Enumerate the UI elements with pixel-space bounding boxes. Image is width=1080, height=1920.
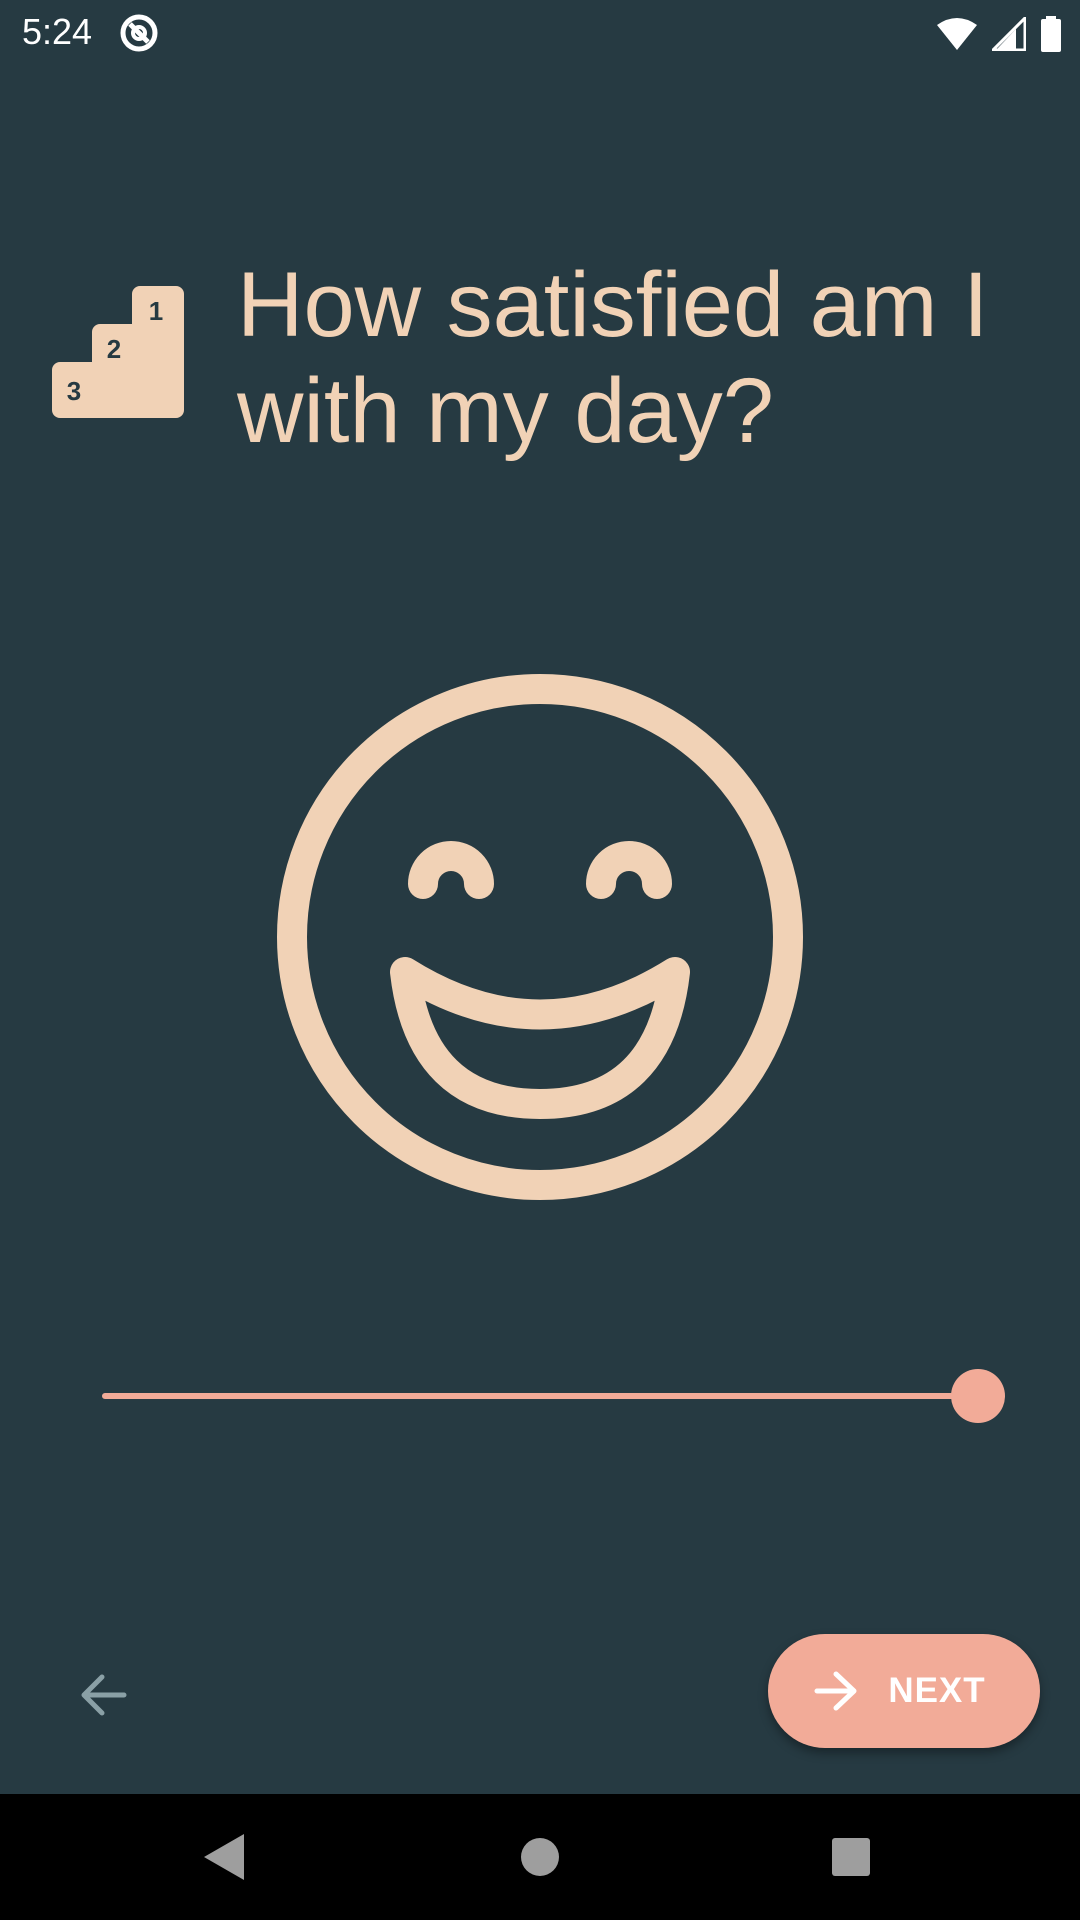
status-time: 5:24 [22,11,93,52]
podium-number-3: 3 [67,376,81,406]
status-bar: 5:24 [0,0,1080,64]
assistant-icon [120,14,158,52]
satisfaction-slider[interactable] [100,1366,1005,1426]
next-button[interactable]: NEXT [768,1634,1040,1748]
next-label: NEXT [888,1671,986,1710]
question-title: How satisfied am I with my day? [237,254,989,462]
battery-icon [1041,16,1061,52]
cell-signal-icon [992,17,1026,51]
navigation-bar [0,1794,1080,1920]
laughing-face-icon [277,674,803,1200]
slider-track[interactable] [102,1393,980,1399]
arrow-left-icon [81,1674,127,1716]
wifi-icon [937,18,977,50]
podium-number-1: 1 [149,296,163,326]
arrow-right-icon [814,1671,857,1711]
slider-thumb[interactable] [951,1369,1005,1423]
status-icons [936,12,1062,56]
nav-home-icon[interactable] [520,1837,560,1877]
podium-number-2: 2 [107,334,121,364]
nav-recents-icon[interactable] [831,1837,871,1877]
question-header: 1 2 3 How satisfied am I with my day? [52,250,1042,462]
nav-back-icon[interactable] [202,1832,246,1882]
back-button[interactable] [68,1660,138,1730]
podium-icon: 1 2 3 [52,286,184,418]
